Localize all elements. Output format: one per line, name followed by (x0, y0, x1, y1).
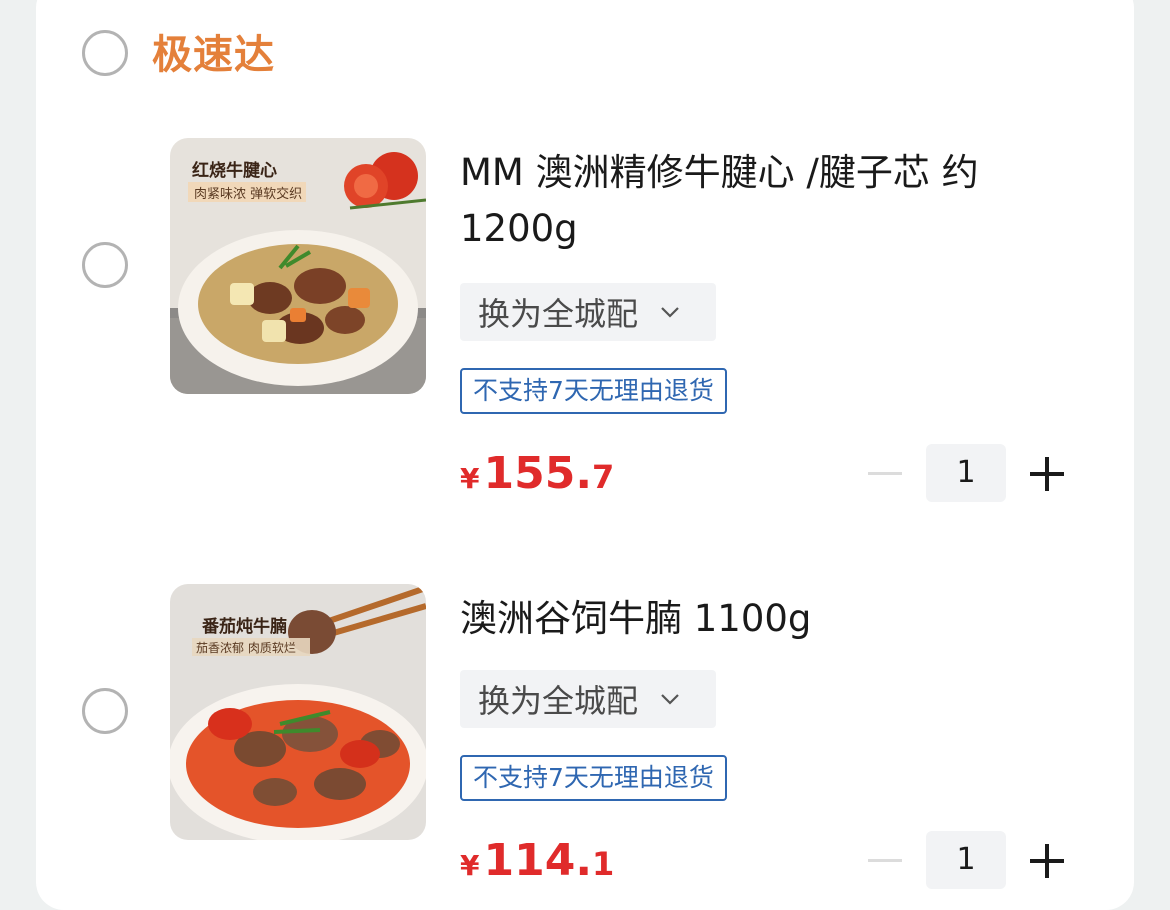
plus-icon[interactable] (1030, 457, 1064, 491)
switch-delivery-button[interactable]: 换为全城配 (460, 283, 716, 341)
plus-icon[interactable] (1030, 844, 1064, 878)
product-image-subcaption: 茄香浓郁 肉质软烂 (196, 641, 296, 655)
price: ¥155.7 (460, 448, 614, 499)
switch-delivery-label: 换为全城配 (478, 295, 639, 333)
product-image[interactable]: 番茄炖牛腩 茄香浓郁 肉质软烂 (170, 584, 426, 840)
return-policy-badge: 不支持7天无理由退货 (460, 368, 727, 414)
price-integer: 155. (483, 448, 593, 499)
price-decimal: 1 (592, 845, 615, 883)
quantity-value[interactable]: 1 (926, 831, 1006, 889)
price-decimal: 7 (592, 458, 615, 496)
section-select-radio[interactable] (82, 30, 128, 76)
chevron-down-icon (661, 694, 679, 705)
item-select-radio[interactable] (82, 688, 128, 734)
currency-symbol: ¥ (460, 462, 480, 495)
currency-symbol: ¥ (460, 849, 480, 882)
product-image[interactable]: 红烧牛腱心 肉紧味浓 弹软交织 (170, 138, 426, 394)
chevron-down-icon (661, 307, 679, 318)
decrease-quantity-button[interactable] (868, 472, 902, 475)
return-policy-badge: 不支持7天无理由退货 (460, 755, 727, 801)
item-select-radio[interactable] (82, 242, 128, 288)
product-image-subcaption: 肉紧味浓 弹软交织 (194, 187, 303, 202)
decrease-quantity-button[interactable] (868, 859, 902, 862)
product-image-caption: 红烧牛腱心 (192, 161, 277, 181)
switch-delivery-label: 换为全城配 (478, 682, 639, 720)
switch-delivery-button[interactable]: 换为全城配 (460, 670, 716, 728)
product-title[interactable]: MM 澳洲精修牛腱心 /腱子芯 约 1200g (460, 145, 1070, 257)
price-integer: 114. (483, 835, 593, 886)
section-title: 极速达 (152, 32, 275, 78)
quantity-value[interactable]: 1 (926, 444, 1006, 502)
price: ¥114.1 (460, 835, 614, 886)
product-image-caption: 番茄炖牛腩 (202, 617, 287, 637)
product-title[interactable]: 澳洲谷饲牛腩 1100g (460, 591, 1070, 647)
